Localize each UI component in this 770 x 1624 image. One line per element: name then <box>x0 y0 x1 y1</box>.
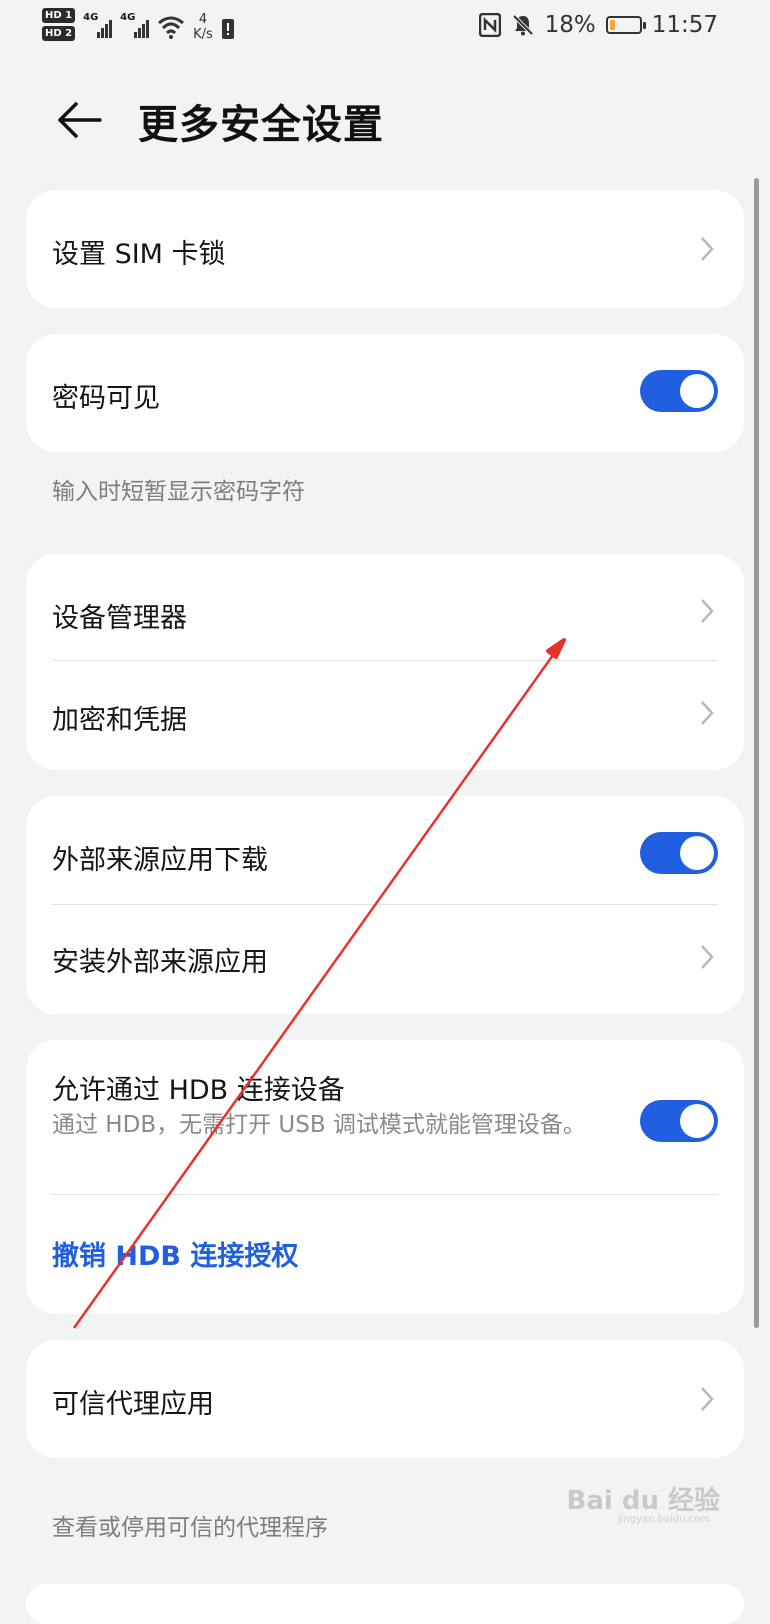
sim-alert-icon <box>221 19 234 39</box>
chevron-right-icon <box>701 701 714 725</box>
toggle-knob <box>680 1104 714 1138</box>
sim-lock-card[interactable]: 设置 SIM 卡锁 <box>26 190 744 308</box>
mute-icon <box>512 14 533 36</box>
hdb-description: 通过 HDB，无需打开 USB 调试模式就能管理设备。 <box>52 1112 586 1138</box>
password-visible-footnote: 输入时短暂显示密码字符 <box>52 479 305 505</box>
chevron-right-icon <box>701 599 714 623</box>
sim-lock-label: 设置 SIM 卡锁 <box>52 239 226 270</box>
install-external-label: 安装外部来源应用 <box>52 947 268 978</box>
signal-icon: 4G <box>83 12 113 38</box>
scrollbar[interactable] <box>754 178 759 1328</box>
external-download-label: 外部来源应用下载 <box>52 845 268 876</box>
watermark-url: jingyan.baidu.com <box>617 1514 710 1525</box>
password-visible-row[interactable]: 密码可见 <box>26 334 744 452</box>
password-visible-card: 密码可见 <box>26 334 744 452</box>
chevron-right-icon <box>701 237 714 261</box>
divider <box>52 1194 718 1195</box>
password-visible-toggle[interactable] <box>640 370 718 412</box>
admin-card: 设备管理器 加密和凭据 <box>26 554 744 770</box>
toggle-knob <box>680 374 714 408</box>
trust-agents-card[interactable]: 可信代理应用 <box>26 1340 744 1458</box>
status-right: 18% 11:57 <box>478 12 718 38</box>
device-admin-label: 设备管理器 <box>52 603 187 634</box>
sim1-badge: HD 1 <box>42 8 76 23</box>
external-download-row[interactable]: 外部来源应用下载 <box>26 796 744 904</box>
clock: 11:57 <box>651 12 718 38</box>
battery-level <box>609 20 615 30</box>
status-left: HD 1 HD 2 4G 4G 4 K/s <box>42 8 235 42</box>
battery-percent: 18% <box>544 12 596 38</box>
revoke-hdb-link[interactable]: 撤销 HDB 连接授权 <box>52 1234 298 1273</box>
password-visible-label: 密码可见 <box>52 383 160 414</box>
encryption-row[interactable]: 加密和凭据 <box>26 660 744 770</box>
speed-value: 4 <box>198 12 208 27</box>
external-download-toggle[interactable] <box>640 832 718 874</box>
next-card <box>26 1584 744 1624</box>
chevron-right-icon <box>701 1387 714 1411</box>
signal-icon: 4G <box>120 12 150 38</box>
arrow-left-icon[interactable] <box>54 98 102 142</box>
trust-agents-footnote: 查看或停用可信的代理程序 <box>52 1515 328 1541</box>
battery-icon <box>605 16 646 34</box>
toggle-knob <box>680 836 714 870</box>
wifi-icon <box>158 16 185 39</box>
network-type-1: 4G <box>83 12 99 23</box>
hdb-row[interactable]: 允许通过 HDB 连接设备 通过 HDB，无需打开 USB 调试模式就能管理设备… <box>26 1040 744 1194</box>
chevron-right-icon <box>701 945 714 969</box>
encryption-label: 加密和凭据 <box>52 705 187 736</box>
page-title: 更多安全设置 <box>138 102 384 148</box>
hdb-label: 允许通过 HDB 连接设备 <box>52 1075 345 1106</box>
sim2-badge: HD 2 <box>42 26 76 41</box>
hdb-card: 允许通过 HDB 连接设备 通过 HDB，无需打开 USB 调试模式就能管理设备… <box>26 1040 744 1314</box>
speed-unit: K/s <box>193 27 213 42</box>
trust-agents-row[interactable]: 可信代理应用 <box>26 1340 744 1458</box>
status-bar: HD 1 HD 2 4G 4G 4 K/s 18% 11:57 <box>0 0 770 58</box>
app-header: 更多安全设置 <box>0 80 770 160</box>
baidu-watermark: Bai du 经验 <box>566 1486 721 1516</box>
sim-lock-row[interactable]: 设置 SIM 卡锁 <box>26 190 744 308</box>
network-type-2: 4G <box>120 12 136 23</box>
install-external-row[interactable]: 安装外部来源应用 <box>26 904 744 1014</box>
hdb-toggle[interactable] <box>640 1100 718 1142</box>
external-card: 外部来源应用下载 安装外部来源应用 <box>26 796 744 1014</box>
network-speed: 4 K/s <box>193 12 213 42</box>
nfc-icon <box>478 13 501 37</box>
trust-agents-label: 可信代理应用 <box>52 1389 214 1420</box>
device-admin-row[interactable]: 设备管理器 <box>26 554 744 660</box>
